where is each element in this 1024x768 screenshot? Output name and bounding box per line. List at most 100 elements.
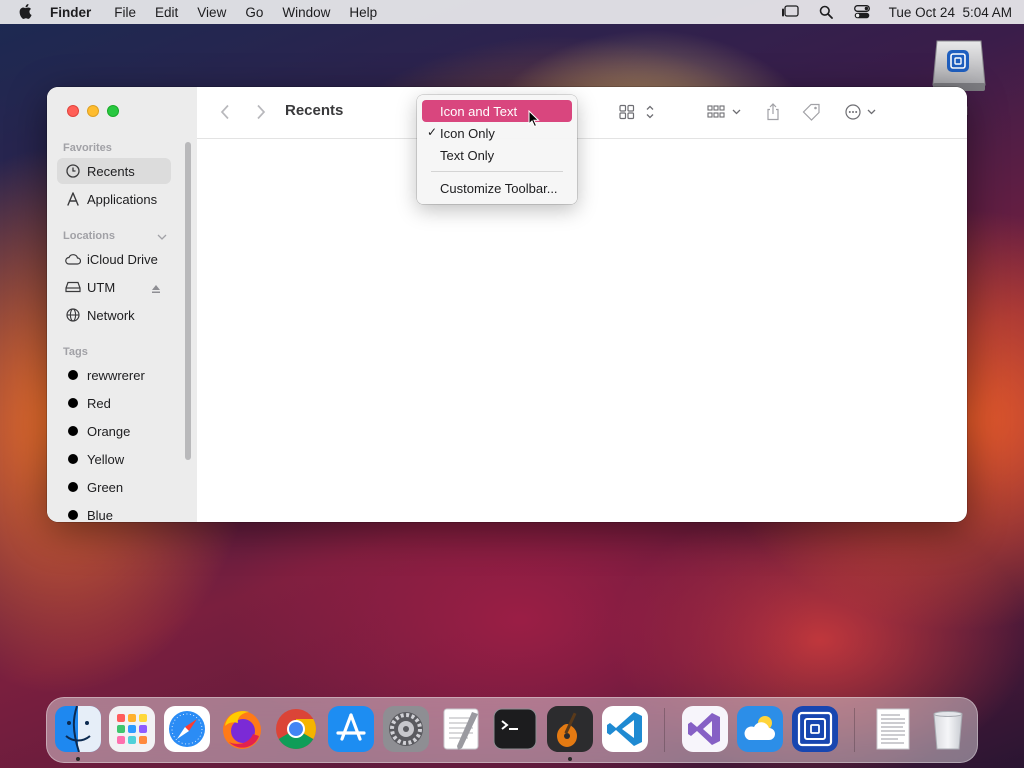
tag-dot-icon [68,398,78,408]
dock-finder-icon[interactable] [55,706,101,752]
dock-system-settings-icon[interactable] [383,706,429,752]
close-button[interactable] [67,105,79,117]
group-button[interactable] [705,100,745,124]
dock-utm-icon[interactable] [792,706,838,752]
eject-icon[interactable] [151,282,161,293]
sidebar-tag-red[interactable]: Red [57,390,171,416]
sidebar-header-locations: Locations [63,230,115,242]
applications-icon [65,191,81,207]
dock-terminal-icon[interactable] [492,706,538,752]
dock-garageband-icon[interactable] [547,706,593,752]
menu-bar: Finder File Edit View Go Window Help Tue… [0,0,1024,24]
dock-separator [664,708,665,752]
dock-textedit-icon[interactable] [438,706,484,752]
menu-window[interactable]: Window [282,5,330,20]
window-controls [67,105,119,117]
utm-disk-desktop-icon[interactable] [931,37,987,93]
dock-separator [854,708,855,752]
menu-item-label: Icon Only [440,125,495,141]
menu-item-text-only[interactable]: Text Only [422,144,572,166]
menu-item-customize-toolbar[interactable]: Customize Toolbar... [422,177,572,199]
menu-separator [431,171,563,172]
sidebar-item-label: Blue [87,507,114,523]
dock-visual-studio-icon[interactable] [682,706,728,752]
dock-chrome-icon[interactable] [273,706,319,752]
tag-dot-icon [68,510,78,520]
window-title: Recents [285,102,344,119]
sidebar-item-utm[interactable]: UTM [57,274,171,300]
dock-firefox-icon[interactable] [219,706,265,752]
sidebar-item-label: iCloud Drive [87,251,158,267]
sidebar-item-label: Applications [87,191,158,207]
running-indicator [76,757,80,761]
stage-manager-icon[interactable] [781,5,799,19]
apple-menu-icon[interactable] [12,4,40,20]
sidebar-item-network[interactable]: Network [57,302,171,328]
menubar-clock[interactable]: Tue Oct 24 5:04 AM [889,5,1012,20]
sidebar-item-label: UTM [87,279,116,295]
dock [46,697,978,763]
sidebar-item-label: rewwrerer [87,367,145,383]
menu-view[interactable]: View [197,5,226,20]
menu-help[interactable]: Help [349,5,377,20]
menu-file[interactable]: File [114,5,136,20]
menu-go[interactable]: Go [245,5,263,20]
menu-item-label: Icon and Text [440,103,518,119]
menu-item-label: Text Only [440,147,495,163]
sidebar-header-favorites: Favorites [63,142,112,154]
dock-document-icon[interactable] [870,706,916,752]
sidebar-scrollbar[interactable] [185,142,191,460]
mouse-pointer-icon [528,109,540,128]
clock-icon [65,163,81,179]
spotlight-search-icon[interactable] [817,5,835,19]
checkmark-icon: ✓ [427,125,438,139]
tag-dot-icon [68,426,78,436]
sidebar-tag-orange[interactable]: Orange [57,418,171,444]
sidebar-item-label: Orange [87,423,131,439]
sidebar-item-icloud-drive[interactable]: iCloud Drive [57,246,171,272]
tag-icon[interactable] [801,100,823,124]
sidebar-item-label: Network [87,307,135,323]
sidebar-tag-blue[interactable]: Blue [57,502,171,522]
sidebar-item-recents[interactable]: Recents [57,158,171,184]
tag-dot-icon [68,482,78,492]
menu-item-label: Customize Toolbar... [440,180,558,196]
sidebar-item-label: Recents [87,163,135,179]
zoom-button[interactable] [107,105,119,117]
minimize-button[interactable] [87,105,99,117]
main-content: Recents [197,87,967,522]
forward-button[interactable] [253,100,269,124]
dock-app-store-icon[interactable] [328,706,374,752]
dock-weather-icon[interactable] [737,706,783,752]
sidebar-item-label: Yellow [87,451,125,467]
menu-edit[interactable]: Edit [155,5,178,20]
tag-dot-icon [68,370,78,380]
menu-item-icon-only[interactable]: ✓ Icon Only [422,122,572,144]
toolbar: Recents [197,87,967,139]
drive-icon [65,279,81,295]
cloud-icon [65,251,81,267]
sidebar-header-tags: Tags [63,346,88,358]
sidebar-item-label: Red [87,395,111,411]
toolbar-context-menu: Icon and Text ✓ Icon Only Text Only Cust… [417,95,577,204]
share-icon[interactable] [763,100,783,124]
sidebar-tag-green[interactable]: Green [57,474,171,500]
menu-app-finder[interactable]: Finder [50,5,91,20]
back-button[interactable] [217,100,233,124]
sidebar-tag-yellow[interactable]: Yellow [57,446,171,472]
sidebar: Favorites Recents Applications Locations… [47,87,197,522]
tag-dot-icon [68,454,78,464]
dock-launchpad-icon[interactable] [109,706,155,752]
view-mode-button[interactable] [617,100,657,124]
chevron-down-icon[interactable] [157,229,167,240]
more-actions-button[interactable] [843,100,883,124]
sidebar-item-applications[interactable]: Applications [57,186,171,212]
running-indicator [568,757,572,761]
menu-item-icon-and-text[interactable]: Icon and Text [422,100,572,122]
dock-vscode-icon[interactable] [602,706,648,752]
globe-icon [65,307,81,323]
dock-safari-icon[interactable] [164,706,210,752]
control-center-icon[interactable] [853,5,871,19]
sidebar-tag-rewwrerer[interactable]: rewwrerer [57,362,171,388]
dock-trash-icon[interactable] [925,706,971,752]
